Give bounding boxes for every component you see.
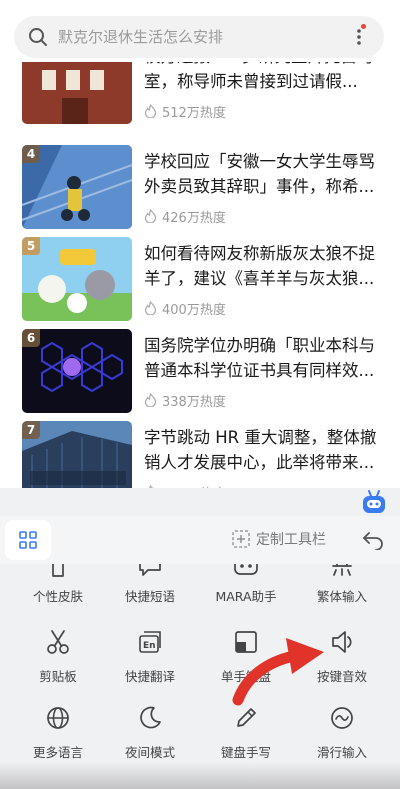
swipe-icon [331, 707, 353, 729]
search-icon [29, 28, 47, 46]
shirt-icon [52, 564, 64, 577]
tool-label: 键盘手写 [220, 745, 271, 760]
speaker-icon [332, 631, 352, 653]
more-vertical-icon[interactable] [352, 26, 366, 48]
tool-label: 夜间模式 [124, 745, 175, 760]
grid-icon [19, 531, 37, 549]
tool-skin[interactable]: 个性皮肤 [8, 564, 108, 622]
traditional-char-icon [332, 564, 352, 576]
heat-info: 512万热度 [144, 102, 226, 121]
moon-icon [140, 706, 161, 729]
heat-info: 400万热度 [144, 299, 226, 318]
notification-dot [361, 24, 366, 29]
scissors-icon [47, 630, 69, 654]
robot-icon [234, 564, 258, 575]
tool-label: 快捷翻译 [124, 669, 175, 684]
back-icon[interactable] [362, 530, 384, 550]
heat-count: 426万热度 [162, 210, 226, 226]
heat-count: 338万热度 [162, 394, 226, 410]
tools-grid: 个性皮肤 快捷短语 MARA助手 繁体输入 剪贴板 En 快捷翻译 单手键盘 按… [0, 564, 400, 789]
heat-count: 400万热度 [162, 302, 226, 318]
tool-clipboard[interactable]: 剪贴板 [8, 628, 108, 698]
svg-text:En: En [143, 641, 156, 651]
news-item[interactable]: 4 学校回应「安徽一女大学生辱骂外卖员致其辞职」事件，称希... 426万热度 [0, 145, 400, 237]
tool-mara-assistant[interactable]: MARA助手 [196, 564, 296, 622]
assistant-robot-icon[interactable] [360, 489, 388, 515]
news-thumbnail: 4 [22, 145, 132, 229]
bottom-overlay [0, 762, 400, 789]
rank-badge: 5 [22, 237, 40, 255]
tool-label: 滑行输入 [316, 745, 367, 760]
tool-quick-translate[interactable]: En 快捷翻译 [100, 628, 200, 698]
flame-icon [144, 393, 157, 407]
customize-toolbar-button[interactable]: 定制工具栏 [232, 529, 326, 549]
heat-count: 512万热度 [162, 105, 226, 121]
tool-label: 快捷短语 [124, 589, 175, 604]
news-thumbnail: 5 [22, 237, 132, 321]
news-item[interactable]: 5 如何看待网友称新版灰太狼不捉羊了，建议《喜羊羊与灰太狼... 400万热度 [0, 237, 400, 329]
tool-label: 个性皮肤 [32, 589, 83, 604]
news-title[interactable]: 如何看待网友称新版灰太狼不捉羊了，建议《喜羊羊与灰太狼... [144, 241, 380, 291]
annotation-arrow [232, 638, 324, 706]
tool-traditional-input[interactable]: 繁体输入 [292, 564, 392, 622]
heat-info: 426万热度 [144, 207, 226, 226]
tool-label: 更多语言 [32, 745, 83, 760]
search-header: 默克尔退休生活怎么安排 [0, 0, 400, 62]
heat-info: 338万热度 [144, 391, 226, 410]
flame-icon [144, 301, 157, 315]
tool-label: MARA助手 [215, 589, 277, 604]
rank-badge: 6 [22, 329, 40, 347]
search-input[interactable]: 默克尔退休生活怎么安排 [58, 27, 223, 47]
news-title[interactable]: 字节跳动 HR 重大调整，整体撤销人才发展中心，此举将带来... [144, 425, 380, 475]
globe-icon [47, 707, 69, 729]
tool-label: 繁体输入 [316, 589, 367, 604]
news-title[interactable]: 学校回应「安徽一女大学生辱骂外卖员致其辞职」事件，称希... [144, 149, 380, 199]
pen-icon [237, 708, 256, 727]
translate-icon: En [139, 631, 161, 653]
news-item[interactable]: 6 国务院学位办明确「职业本科与普通本科学位证书具有同样效... 338万热度 [0, 329, 400, 421]
tool-quick-phrase[interactable]: 快捷短语 [100, 564, 200, 622]
rank-badge: 4 [22, 145, 40, 163]
news-thumbnail: 6 [22, 329, 132, 413]
add-box-icon [232, 530, 250, 548]
search-bar[interactable]: 默克尔退休生活怎么安排 [14, 16, 384, 58]
tools-grid-tab[interactable] [5, 520, 51, 560]
customize-label: 定制工具栏 [256, 532, 326, 548]
flame-icon [144, 209, 157, 223]
news-title[interactable]: 国务院学位办明确「职业本科与普通本科学位证书具有同样效... [144, 333, 380, 383]
flame-icon [144, 104, 157, 118]
rank-badge: 7 [22, 421, 40, 439]
tool-label: 剪贴板 [39, 669, 77, 684]
keyboard-toolbar: 定制工具栏 [0, 516, 400, 564]
chat-icon [139, 564, 161, 576]
